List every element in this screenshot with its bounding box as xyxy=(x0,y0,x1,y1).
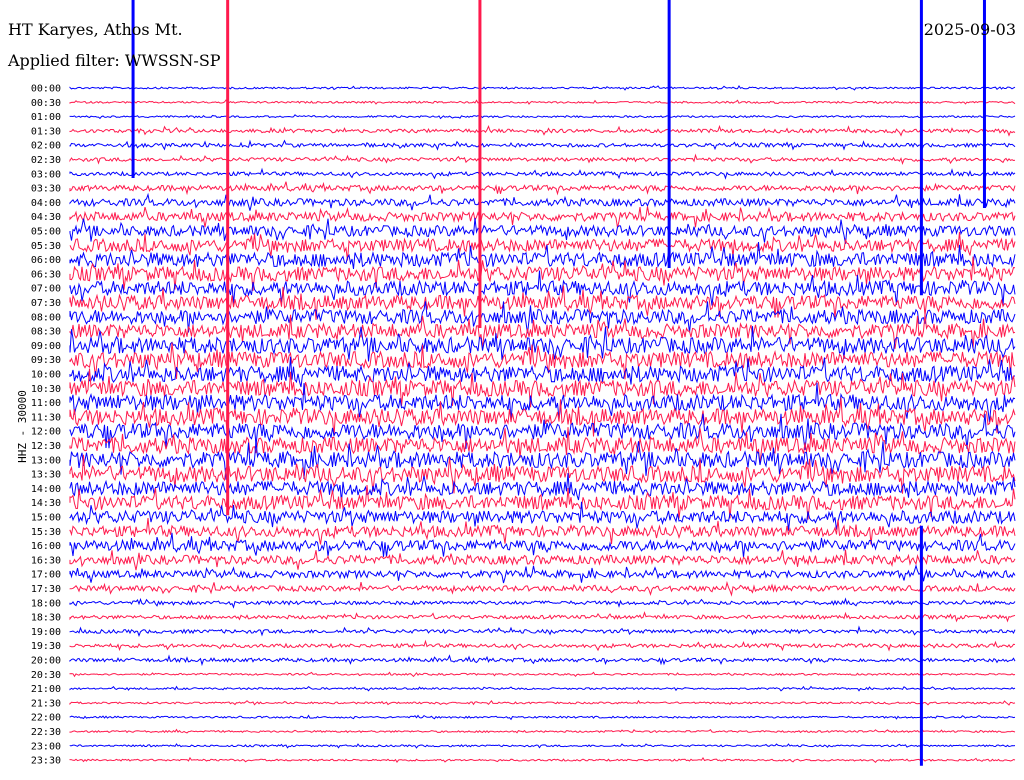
trace-row xyxy=(69,356,1015,388)
trace-row xyxy=(69,124,1016,137)
time-label: 10:00 xyxy=(31,370,61,381)
trace-row xyxy=(69,167,1016,180)
seismogram-chart: 00:00 00:30 01:00 01:30 02:00 02:30 03:00 03:30… xyxy=(31,0,1016,767)
time-label: 04:30 xyxy=(31,212,61,223)
time-label: 06:00 xyxy=(31,255,61,266)
trace-row xyxy=(69,114,1016,120)
time-label: 14:30 xyxy=(31,498,61,509)
trace-row xyxy=(69,532,1016,558)
time-label: 20:30 xyxy=(31,670,61,681)
time-label: 00:00 xyxy=(31,84,61,95)
time-label: 15:00 xyxy=(31,513,61,524)
time-label: 16:00 xyxy=(31,541,61,552)
time-label: 17:00 xyxy=(31,570,61,581)
trace-row xyxy=(69,714,1016,721)
trace-row xyxy=(69,611,1016,623)
time-label: 06:30 xyxy=(31,269,61,280)
time-label: 20:00 xyxy=(31,656,61,667)
time-label: 01:00 xyxy=(31,112,61,123)
time-label: 17:30 xyxy=(31,584,61,595)
time-label: 18:00 xyxy=(31,598,61,609)
time-label: 02:30 xyxy=(31,155,61,166)
time-label: 04:00 xyxy=(31,198,61,209)
trace-row xyxy=(69,728,1016,734)
trace-row xyxy=(69,85,1016,91)
trace-row xyxy=(69,549,1016,571)
time-label: 00:30 xyxy=(31,98,61,109)
trace-row xyxy=(69,192,1016,211)
trace-row xyxy=(69,597,1016,609)
time-label: 19:30 xyxy=(31,641,61,652)
time-label: 08:30 xyxy=(31,327,61,338)
time-label: 22:00 xyxy=(31,713,61,724)
time-label: 11:00 xyxy=(31,398,61,409)
time-label: 23:30 xyxy=(31,756,61,767)
time-label: 14:00 xyxy=(31,484,61,495)
trace-row xyxy=(69,206,1016,228)
trace-row xyxy=(69,756,1016,764)
time-label: 05:00 xyxy=(31,227,61,238)
time-label: 11:30 xyxy=(31,412,61,423)
trace-row xyxy=(69,518,1016,545)
trace-row xyxy=(69,181,1016,196)
event-spikes xyxy=(131,0,986,766)
time-label: 10:30 xyxy=(31,384,61,395)
trace-row xyxy=(69,743,1016,749)
trace-rows xyxy=(69,85,1016,764)
time-label: 08:00 xyxy=(31,312,61,323)
trace-row xyxy=(69,685,1016,692)
time-label: 12:00 xyxy=(31,427,61,438)
trace-row xyxy=(69,218,1016,244)
time-label: 09:00 xyxy=(31,341,61,352)
time-label: 13:00 xyxy=(31,455,61,466)
trace-row xyxy=(69,153,1016,165)
station-title: HT Karyes, Athos Mt. xyxy=(8,20,183,39)
time-label: 22:30 xyxy=(31,727,61,738)
y-axis-label: HHZ - 30000 xyxy=(15,390,29,463)
time-label: 16:30 xyxy=(31,555,61,566)
time-label: 03:00 xyxy=(31,169,61,180)
time-labels: 00:00 00:30 01:00 01:30 02:00 02:30 03:00 03:30… xyxy=(31,84,61,767)
time-label: 21:00 xyxy=(31,684,61,695)
time-label: 13:30 xyxy=(31,470,61,481)
time-label: 15:30 xyxy=(31,527,61,538)
date-label: 2025-09-03 xyxy=(923,20,1016,39)
time-label: 01:30 xyxy=(31,126,61,137)
time-label: 03:30 xyxy=(31,184,61,195)
time-label: 05:30 xyxy=(31,241,61,252)
trace-row xyxy=(69,564,1016,584)
trace-row xyxy=(69,139,1016,151)
time-label: 21:30 xyxy=(31,698,61,709)
trace-row xyxy=(69,639,1016,652)
time-label: 18:30 xyxy=(31,613,61,624)
time-label: 12:30 xyxy=(31,441,61,452)
time-label: 02:00 xyxy=(31,141,61,152)
time-label: 23:00 xyxy=(31,741,61,752)
trace-row xyxy=(69,580,1016,597)
trace-row xyxy=(69,99,1016,105)
filter-label: Applied filter: WWSSN-SP xyxy=(8,51,221,70)
time-label: 09:30 xyxy=(31,355,61,366)
trace-row xyxy=(69,625,1016,638)
time-label: 19:00 xyxy=(31,627,61,638)
time-label: 07:30 xyxy=(31,298,61,309)
trace-row xyxy=(69,654,1016,667)
time-label: 07:00 xyxy=(31,284,61,295)
trace-row xyxy=(69,671,1016,678)
trace-row xyxy=(69,699,1016,706)
